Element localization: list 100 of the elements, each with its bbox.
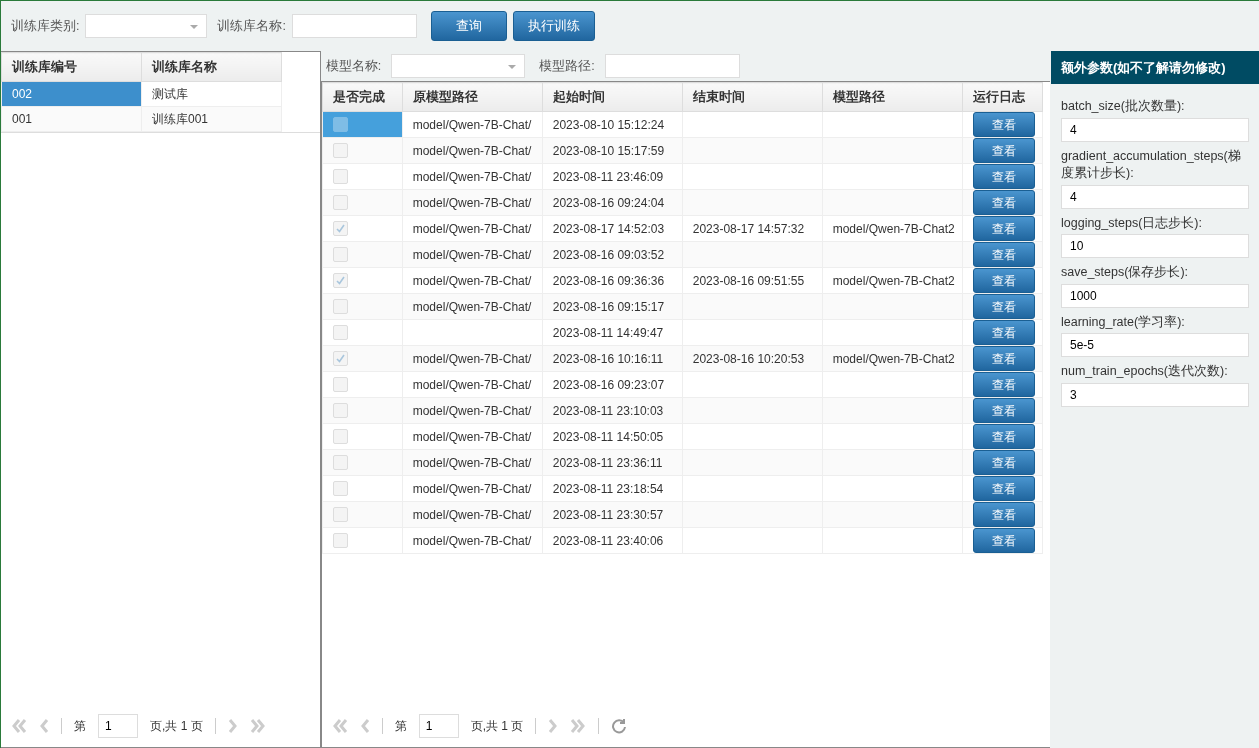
- checkbox[interactable]: [332, 247, 348, 262]
- table-cell: 2023-08-16 09:51:55: [682, 267, 823, 294]
- view-log-button[interactable]: 查看: [972, 346, 1035, 371]
- name-label: 训练库名称:: [217, 17, 286, 35]
- table-cell[interactable]: 002: [2, 82, 141, 106]
- table-cell: model/Qwen-7B-Chat/: [402, 293, 543, 320]
- param-label: batch_size(批次数量):: [1060, 98, 1186, 115]
- model-name-label: 模型名称:: [325, 57, 382, 75]
- column-header[interactable]: 运行日志: [962, 82, 1043, 112]
- table-cell: 2023-08-10 15:17:59: [542, 137, 683, 164]
- view-log-button[interactable]: 查看: [972, 528, 1035, 553]
- model-path-label: 模型路径:: [539, 57, 595, 75]
- view-log-button[interactable]: 查看: [972, 502, 1035, 527]
- checkbox[interactable]: [332, 351, 348, 366]
- table-cell: 2023-08-17 14:57:32: [682, 215, 823, 242]
- checkbox[interactable]: [332, 143, 348, 158]
- checkbox[interactable]: [332, 299, 348, 314]
- table-cell[interactable]: 001: [2, 107, 141, 131]
- checkbox[interactable]: [332, 169, 348, 184]
- table-cell[interactable]: 测试库: [141, 81, 282, 107]
- category-label: 训练库类别:: [11, 17, 80, 35]
- name-field[interactable]: [291, 14, 417, 38]
- query-button[interactable]: 查询: [430, 11, 507, 41]
- checkbox[interactable]: [332, 195, 348, 210]
- view-log-button[interactable]: 查看: [972, 242, 1035, 267]
- table-cell: 2023-08-11 23:10:03: [542, 397, 683, 424]
- table-cell: model/Qwen-7B-Chat/: [402, 111, 543, 138]
- param-label: logging_steps(日志步长):: [1060, 214, 1203, 232]
- page-label: 第: [74, 718, 86, 735]
- page-field[interactable]: 1: [418, 714, 459, 738]
- checkbox[interactable]: [332, 481, 348, 496]
- column-header[interactable]: 原模型路径: [402, 82, 543, 112]
- view-log-button[interactable]: 查看: [972, 424, 1035, 449]
- view-log-button[interactable]: 查看: [972, 320, 1035, 345]
- checkbox[interactable]: [332, 533, 348, 548]
- checkbox[interactable]: [332, 429, 348, 444]
- view-log-button[interactable]: 查看: [972, 294, 1035, 319]
- table-cell: 2023-08-16 09:36:36: [542, 267, 683, 294]
- last-page-icon[interactable]: [249, 718, 266, 734]
- view-log-button[interactable]: 查看: [972, 268, 1035, 293]
- view-log-button[interactable]: 查看: [972, 398, 1035, 423]
- view-log-button[interactable]: 查看: [972, 216, 1035, 241]
- table-cell: 2023-08-16 09:15:17: [542, 293, 683, 320]
- view-log-button[interactable]: 查看: [972, 450, 1035, 475]
- table-cell: 2023-08-16 09:24:04: [542, 189, 683, 216]
- category-dropdown[interactable]: [85, 14, 208, 38]
- column-header[interactable]: 模型路径: [822, 82, 963, 112]
- checkbox[interactable]: [332, 455, 348, 470]
- page-field[interactable]: 1: [98, 714, 138, 738]
- checkbox[interactable]: [332, 117, 348, 132]
- table-cell[interactable]: 训练库001: [141, 106, 282, 132]
- param-field[interactable]: 4: [1061, 117, 1249, 142]
- table-cell: model/Qwen-7B-Chat/: [402, 241, 543, 268]
- table-cell: model/Qwen-7B-Chat/: [402, 371, 543, 398]
- table-cell: 2023-08-16 09:23:07: [542, 371, 683, 398]
- column-header[interactable]: 训练库名称: [141, 52, 282, 82]
- table-cell: 2023-08-16 09:03:52: [542, 241, 683, 268]
- checkbox[interactable]: [332, 377, 348, 392]
- prev-page-icon[interactable]: [39, 718, 49, 734]
- checkbox[interactable]: [332, 325, 348, 340]
- checkbox[interactable]: [332, 507, 348, 522]
- model-name-dropdown[interactable]: [391, 54, 526, 78]
- refresh-icon[interactable]: [611, 718, 628, 734]
- table-cell: model/Qwen-7B-Chat/: [402, 475, 543, 502]
- param-field[interactable]: 10: [1061, 234, 1249, 258]
- checkbox[interactable]: [332, 221, 348, 236]
- view-log-button[interactable]: 查看: [972, 112, 1035, 137]
- table-cell: model/Qwen-7B-Chat2: [822, 215, 963, 242]
- view-log-button[interactable]: 查看: [972, 138, 1035, 163]
- column-header[interactable]: 起始时间: [542, 82, 683, 112]
- first-page-icon[interactable]: [331, 718, 348, 734]
- table-cell: model/Qwen-7B-Chat/: [402, 397, 543, 424]
- first-page-icon[interactable]: [11, 718, 27, 734]
- column-header[interactable]: 训练库编号: [1, 52, 142, 82]
- param-field[interactable]: 1000: [1061, 283, 1249, 308]
- table-cell: model/Qwen-7B-Chat/: [402, 449, 543, 476]
- model-path-field[interactable]: [604, 54, 740, 78]
- table-cell: 2023-08-10 15:12:24: [542, 111, 683, 138]
- view-log-button[interactable]: 查看: [972, 190, 1035, 215]
- train-button[interactable]: 执行训练: [512, 11, 595, 41]
- view-log-button[interactable]: 查看: [972, 476, 1035, 501]
- table-cell: model/Qwen-7B-Chat/: [402, 163, 543, 190]
- view-log-button[interactable]: 查看: [972, 164, 1035, 189]
- panel-title: 额外参数(如不了解请勿修改): [1051, 51, 1259, 84]
- table-cell: 2023-08-11 14:49:47: [542, 319, 683, 346]
- param-field[interactable]: 5e-5: [1061, 333, 1249, 357]
- last-page-icon[interactable]: [570, 718, 587, 734]
- column-header[interactable]: 是否完成: [322, 82, 403, 112]
- checkbox[interactable]: [332, 273, 348, 288]
- table-cell: model/Qwen-7B-Chat/: [402, 189, 543, 216]
- next-page-icon[interactable]: [548, 718, 559, 734]
- param-field[interactable]: 3: [1061, 382, 1249, 407]
- prev-page-icon[interactable]: [359, 718, 370, 734]
- page-total: 页,共 1 页: [150, 718, 203, 735]
- view-log-button[interactable]: 查看: [972, 372, 1035, 397]
- next-page-icon[interactable]: [227, 718, 238, 734]
- column-header[interactable]: 结束时间: [682, 82, 823, 112]
- checkbox[interactable]: [332, 403, 348, 418]
- param-field[interactable]: 4: [1061, 184, 1249, 209]
- page-label: 第: [394, 718, 407, 735]
